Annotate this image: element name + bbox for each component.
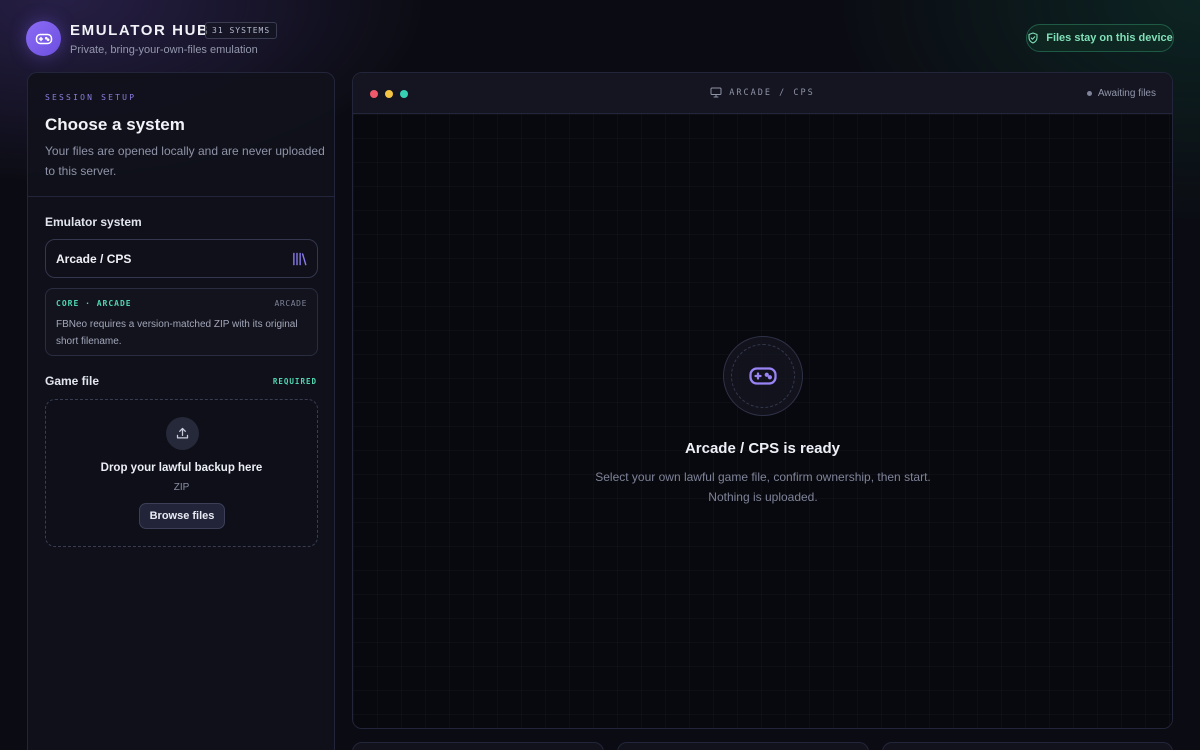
core-tag: CORE · ARCADE <box>56 299 132 308</box>
bottom-card <box>352 742 604 750</box>
emulator-screen: Arcade / CPS is ready Select your own la… <box>353 114 1172 728</box>
dropzone-formats: ZIP <box>173 482 190 493</box>
privacy-badge: Files stay on this device <box>1026 24 1174 52</box>
window-title-text: ARCADE / CPS <box>729 87 815 98</box>
divider <box>28 196 334 197</box>
app-logo <box>26 21 61 56</box>
stage-status: Awaiting files <box>1086 88 1156 99</box>
game-file-label: Game file <box>45 374 100 388</box>
panel-title: Choose a system <box>45 115 185 134</box>
window-title: ARCADE / CPS <box>353 87 1172 98</box>
session-setup-panel: SESSION SETUP Choose a system Your files… <box>27 72 335 750</box>
shield-icon <box>1028 32 1038 44</box>
bottom-card <box>617 742 869 750</box>
browse-files-button[interactable]: Browse files <box>139 503 225 529</box>
core-info-card: CORE · ARCADE ARCADE FBNeo requires a ve… <box>45 288 318 356</box>
ready-description: Select your own lawful game file, confir… <box>595 470 931 504</box>
stage-status-text: Awaiting files <box>1097 88 1156 99</box>
ready-indicator-inner <box>731 344 795 408</box>
panel-description: Your files are opened locally and are ne… <box>45 144 325 178</box>
app-subtitle: Private, bring-your-own-files emulation <box>70 44 258 56</box>
dropzone-title: Drop your lawful backup here <box>100 462 263 474</box>
status-dot <box>1086 91 1092 96</box>
section-eyebrow: SESSION SETUP <box>45 93 137 102</box>
core-note: FBNeo requires a version-matched ZIP wit… <box>56 319 298 347</box>
library-icon <box>293 252 307 265</box>
bottom-card <box>882 742 1173 750</box>
emulator-window: ARCADE / CPS Awaiting files Arcade / CPS… <box>352 72 1173 729</box>
emulator-system-label: Emulator system <box>45 215 142 229</box>
systems-count-badge: 31 SYSTEMS <box>205 22 278 39</box>
required-tag: REQUIRED <box>272 377 317 386</box>
upload-icon-wrap <box>166 417 199 450</box>
core-kind: ARCADE <box>274 299 307 308</box>
gamepad-icon <box>35 33 52 44</box>
monitor-icon <box>710 87 722 98</box>
app-title: EMULATOR HUB <box>70 22 210 39</box>
window-titlebar: ARCADE / CPS Awaiting files <box>353 73 1172 114</box>
upload-icon <box>176 427 189 439</box>
gamepad-icon <box>749 367 777 385</box>
ready-indicator <box>723 336 803 416</box>
privacy-badge-label: Files stay on this device <box>1046 32 1173 44</box>
system-select-value: Arcade / CPS <box>56 251 132 266</box>
ready-title: Arcade / CPS is ready <box>684 440 841 457</box>
file-dropzone[interactable]: Drop your lawful backup here ZIP Browse … <box>45 399 318 547</box>
system-select[interactable]: Arcade / CPS <box>45 239 318 278</box>
